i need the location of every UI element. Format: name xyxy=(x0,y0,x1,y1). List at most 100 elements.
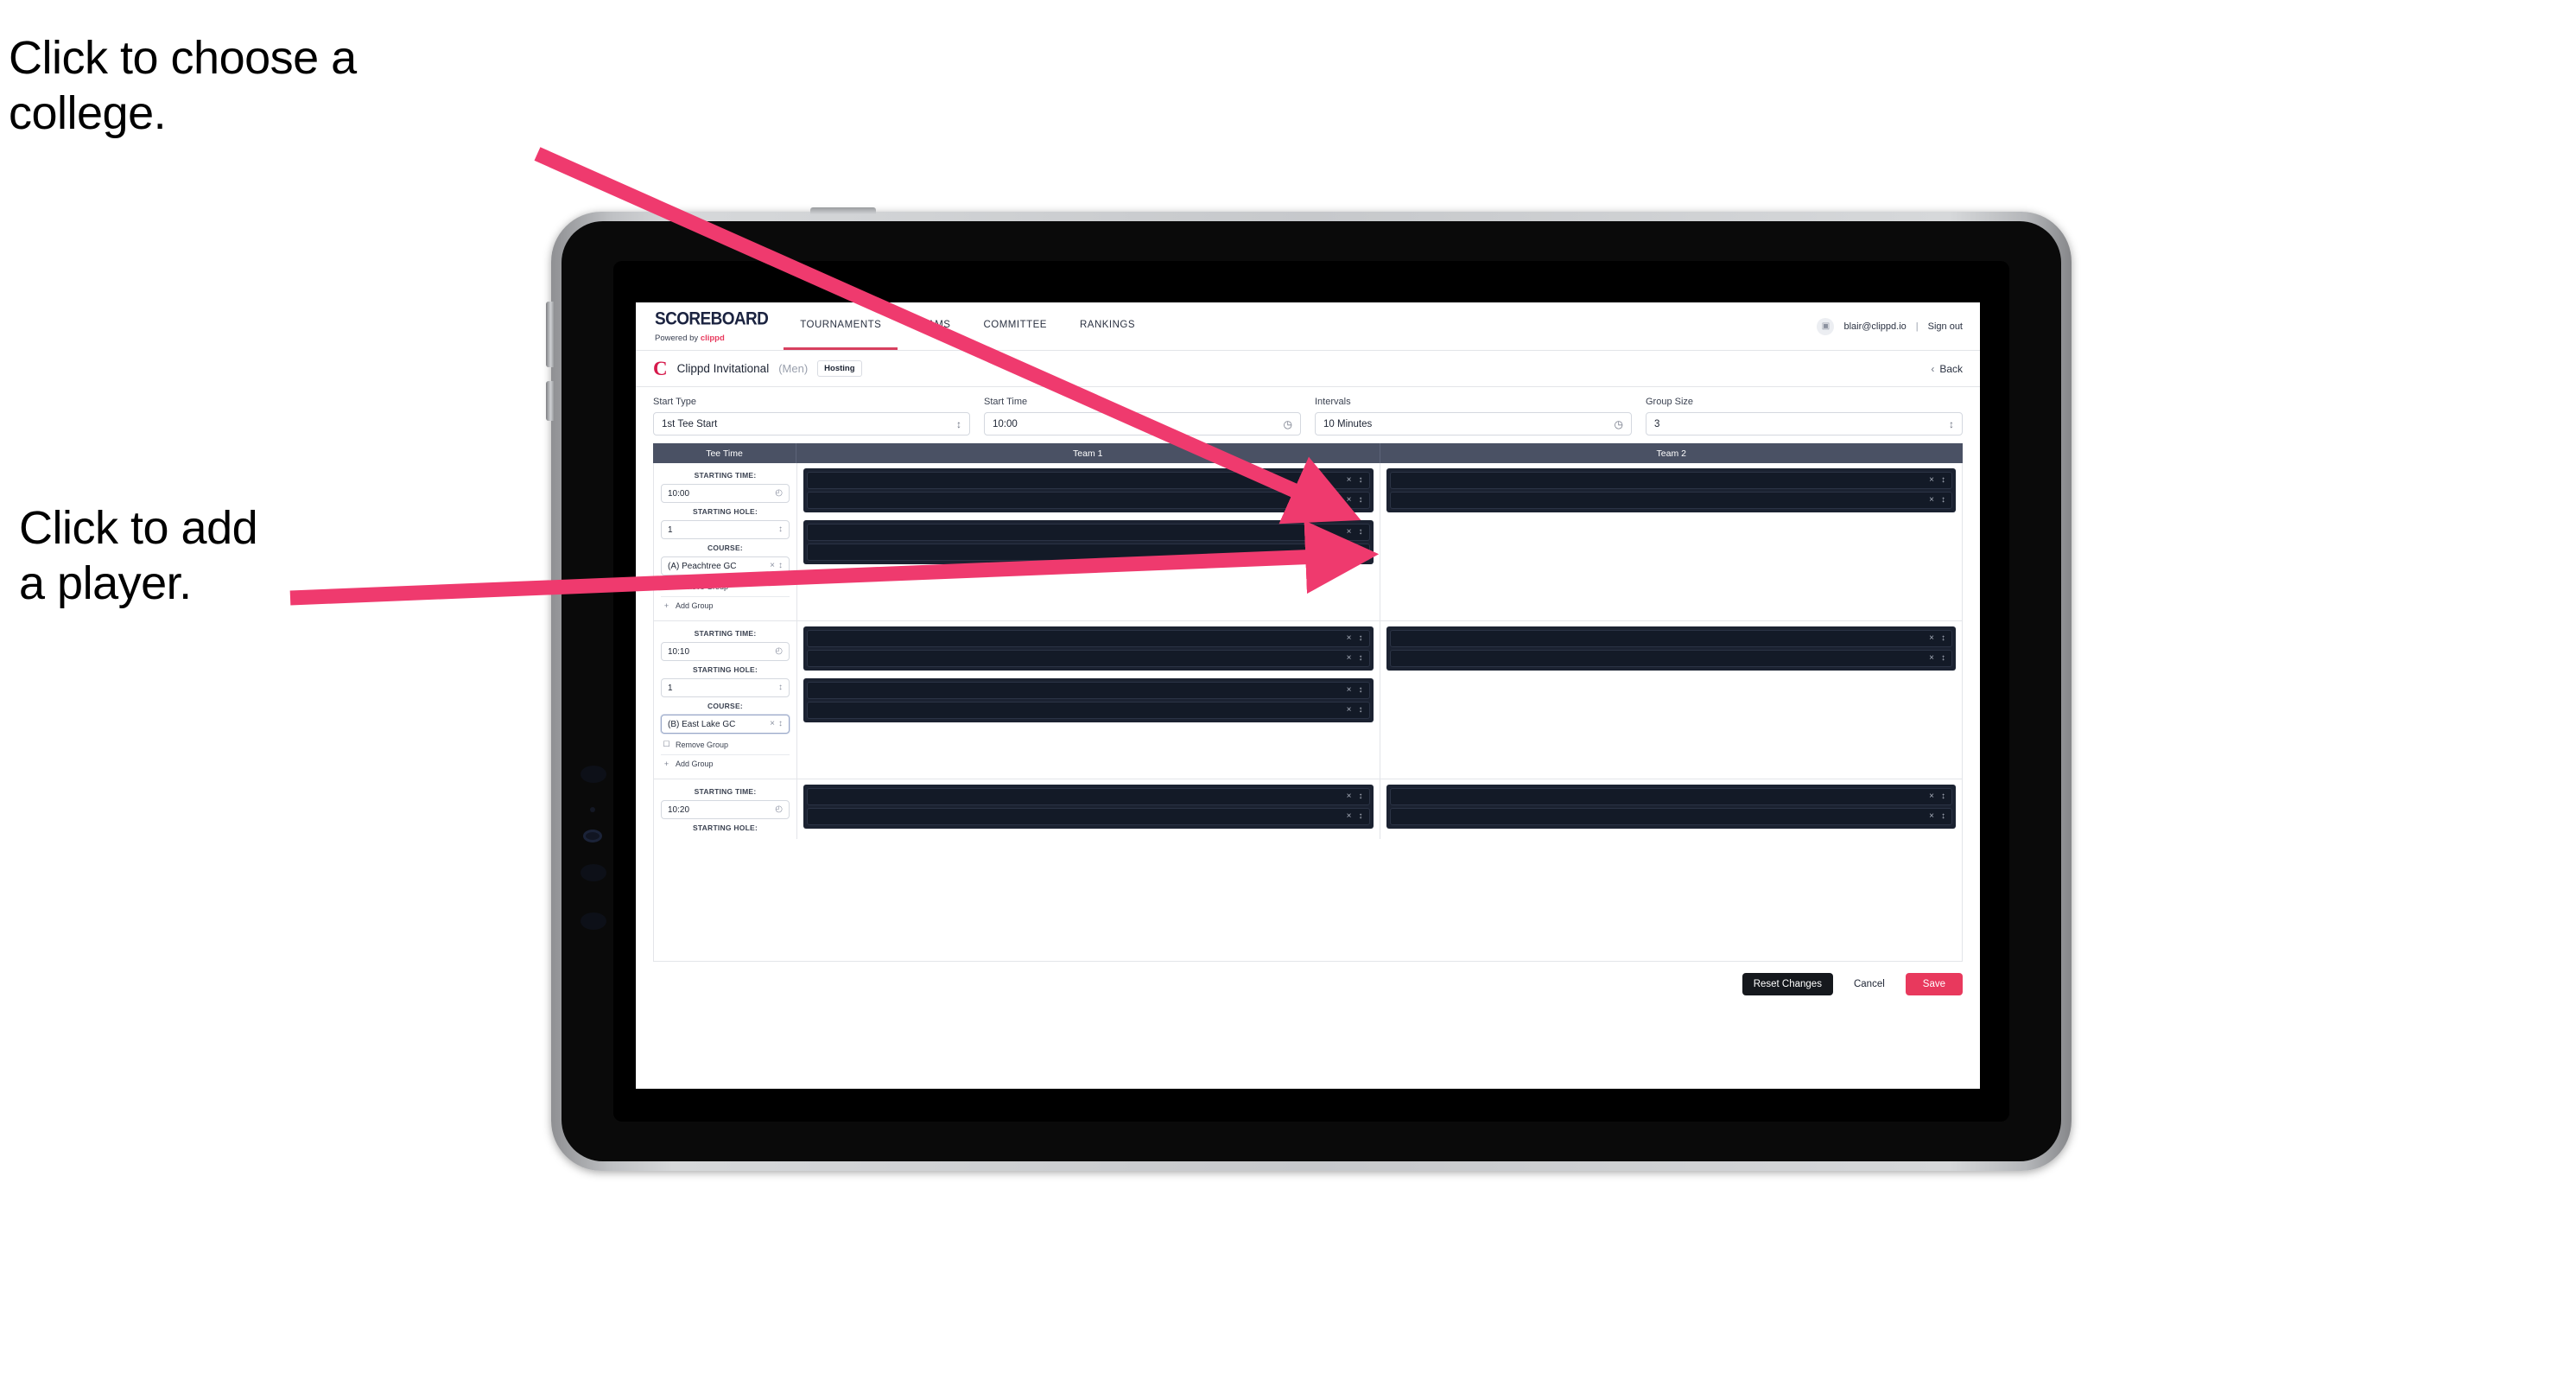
stepper-icon[interactable]: ↕ xyxy=(1359,706,1363,715)
player-group-card[interactable]: × ↕ × ↕ xyxy=(1386,785,1956,829)
player-select-input[interactable]: × ↕ xyxy=(1389,808,1952,825)
starting-hole-input[interactable]: 1 ↕ xyxy=(661,678,790,697)
stepper-icon[interactable]: ↕ xyxy=(778,562,783,570)
clock-icon[interactable]: ◴ xyxy=(775,805,783,814)
stepper-icon[interactable]: ↕ xyxy=(1941,476,1945,485)
player-group-card[interactable]: × ↕ × ↕ xyxy=(1386,468,1956,512)
tablet-volume-up-button[interactable] xyxy=(546,302,554,367)
starting-time-input[interactable]: 10:20 ◴ xyxy=(661,800,790,819)
player-select-input[interactable]: × ↕ xyxy=(807,472,1370,489)
user-avatar-icon[interactable]: ▣ xyxy=(1817,317,1835,335)
player-select-input[interactable]: × ↕ xyxy=(1389,650,1952,667)
brand-logo[interactable]: SCOREBOARD Powered by clippd xyxy=(636,302,784,350)
stepper-icon[interactable]: ↕ xyxy=(778,720,783,728)
clock-icon[interactable]: ◴ xyxy=(775,647,783,656)
clear-icon[interactable]: × xyxy=(1347,812,1352,821)
stepper-icon[interactable]: ↕ xyxy=(1359,634,1363,643)
start-type-select[interactable]: 1st Tee Start ↕ xyxy=(653,412,970,436)
clock-icon[interactable]: ◷ xyxy=(1284,419,1292,429)
clock-icon[interactable]: ◷ xyxy=(1615,419,1623,429)
stepper-icon[interactable]: ↕ xyxy=(1359,476,1363,485)
stepper-icon[interactable]: ↕ xyxy=(1359,686,1363,695)
clock-icon[interactable]: ◴ xyxy=(775,489,783,498)
remove-group-button[interactable]: ☐ Remove Group xyxy=(661,577,790,594)
player-select-input[interactable]: × ↕ xyxy=(807,492,1370,509)
player-select-input[interactable]: × ↕ xyxy=(807,702,1370,719)
player-group-card[interactable]: × ↕ × ↕ xyxy=(803,678,1374,722)
starting-time-input[interactable]: 10:10 ◴ xyxy=(661,642,790,661)
player-group-card[interactable]: × ↕ × ↕ xyxy=(803,520,1374,564)
tee-sheet-table-body[interactable]: STARTING TIME: 10:00 ◴ STARTING HOLE: 1 ↕ COUR… xyxy=(653,463,1963,962)
start-time-input[interactable]: 10:00 ◷ xyxy=(984,412,1301,436)
add-group-label: Add Group xyxy=(676,760,714,768)
player-select-input[interactable]: × ↕ xyxy=(807,650,1370,667)
clear-icon[interactable]: × xyxy=(1929,496,1934,505)
stepper-icon[interactable]: ↕ xyxy=(1359,496,1363,505)
cancel-button[interactable]: Cancel xyxy=(1845,973,1894,995)
clear-icon[interactable]: × xyxy=(1347,792,1352,801)
add-group-button[interactable]: + Add Group xyxy=(661,596,790,614)
clear-icon[interactable]: × xyxy=(1347,496,1352,505)
player-group-card[interactable]: × ↕ × ↕ xyxy=(1386,626,1956,671)
course-select[interactable]: (B) East Lake GC × ↕ xyxy=(661,715,790,734)
clear-icon[interactable]: × xyxy=(1347,476,1352,485)
remove-group-button[interactable]: ☐ Remove Group xyxy=(661,735,790,753)
stepper-icon[interactable]: ↕ xyxy=(1359,812,1363,821)
stepper-icon[interactable]: ↕ xyxy=(1941,792,1945,801)
tab-committee[interactable]: COMMITTEE xyxy=(967,302,1063,350)
intervals-input[interactable]: 10 Minutes ◷ xyxy=(1315,412,1632,436)
stepper-icon[interactable]: ↕ xyxy=(1359,792,1363,801)
player-select-input[interactable]: × ↕ xyxy=(807,682,1370,699)
clear-icon[interactable]: × xyxy=(1347,706,1352,715)
player-select-input[interactable]: × ↕ xyxy=(1389,788,1952,805)
group-size-select[interactable]: 3 ↕ xyxy=(1646,412,1963,436)
stepper-icon[interactable]: ↕ xyxy=(1359,654,1363,663)
clear-icon[interactable]: × xyxy=(1929,476,1934,485)
clear-icon[interactable]: × xyxy=(1347,634,1352,643)
stepper-icon[interactable]: ↕ xyxy=(1941,634,1945,643)
clear-icon[interactable]: × xyxy=(1929,634,1934,643)
stepper-icon[interactable]: ↕ xyxy=(1941,654,1945,663)
stepper-icon[interactable]: ↕ xyxy=(778,683,783,692)
clear-icon[interactable]: × xyxy=(770,562,775,570)
player-select-input[interactable]: × ↕ xyxy=(807,788,1370,805)
clear-icon[interactable]: × xyxy=(1929,654,1934,663)
tablet-power-button[interactable] xyxy=(810,207,876,214)
starting-hole-input[interactable]: 1 ↕ xyxy=(661,520,790,539)
player-select-input[interactable]: × ↕ xyxy=(1389,630,1952,647)
player-group-card[interactable]: × ↕ × ↕ xyxy=(803,468,1374,512)
starting-time-input[interactable]: 10:00 ◴ xyxy=(661,484,790,503)
add-group-button[interactable]: + Add Group xyxy=(661,754,790,772)
clear-icon[interactable]: × xyxy=(1929,812,1934,821)
clear-icon[interactable]: × xyxy=(1347,548,1352,556)
reset-changes-button[interactable]: Reset Changes xyxy=(1742,973,1833,995)
sign-out-link[interactable]: Sign out xyxy=(1928,321,1963,332)
tab-rankings[interactable]: RANKINGS xyxy=(1063,302,1152,350)
stepper-icon[interactable]: ↕ xyxy=(1941,812,1945,821)
player-group-card[interactable]: × ↕ × ↕ xyxy=(803,626,1374,671)
clear-icon[interactable]: × xyxy=(1347,528,1352,537)
player-select-input[interactable]: × ↕ xyxy=(807,808,1370,825)
clear-icon[interactable]: × xyxy=(1347,654,1352,663)
tablet-volume-down-button[interactable] xyxy=(546,381,554,421)
tab-tournaments[interactable]: TOURNAMENTS xyxy=(784,302,898,350)
player-select-input[interactable]: × ↕ xyxy=(807,544,1370,561)
save-button[interactable]: Save xyxy=(1905,973,1963,995)
stepper-icon[interactable]: ↕ xyxy=(1949,419,1954,429)
player-group-card[interactable]: × ↕ × ↕ xyxy=(803,785,1374,829)
stepper-icon[interactable]: ↕ xyxy=(956,419,961,429)
clear-icon[interactable]: × xyxy=(770,720,775,728)
stepper-icon[interactable]: ↕ xyxy=(1941,496,1945,505)
stepper-icon[interactable]: ↕ xyxy=(1359,528,1363,537)
player-select-input[interactable]: × ↕ xyxy=(1389,492,1952,509)
stepper-icon[interactable]: ↕ xyxy=(1359,548,1363,556)
player-select-input[interactable]: × ↕ xyxy=(1389,472,1952,489)
player-select-input[interactable]: × ↕ xyxy=(807,524,1370,541)
course-select[interactable]: (A) Peachtree GC × ↕ xyxy=(661,556,790,575)
back-button[interactable]: ‹ Back xyxy=(1931,363,1963,375)
stepper-icon[interactable]: ↕ xyxy=(778,525,783,534)
player-select-input[interactable]: × ↕ xyxy=(807,630,1370,647)
clear-icon[interactable]: × xyxy=(1347,686,1352,695)
tab-teams[interactable]: TEAMS xyxy=(898,302,967,350)
clear-icon[interactable]: × xyxy=(1929,792,1934,801)
